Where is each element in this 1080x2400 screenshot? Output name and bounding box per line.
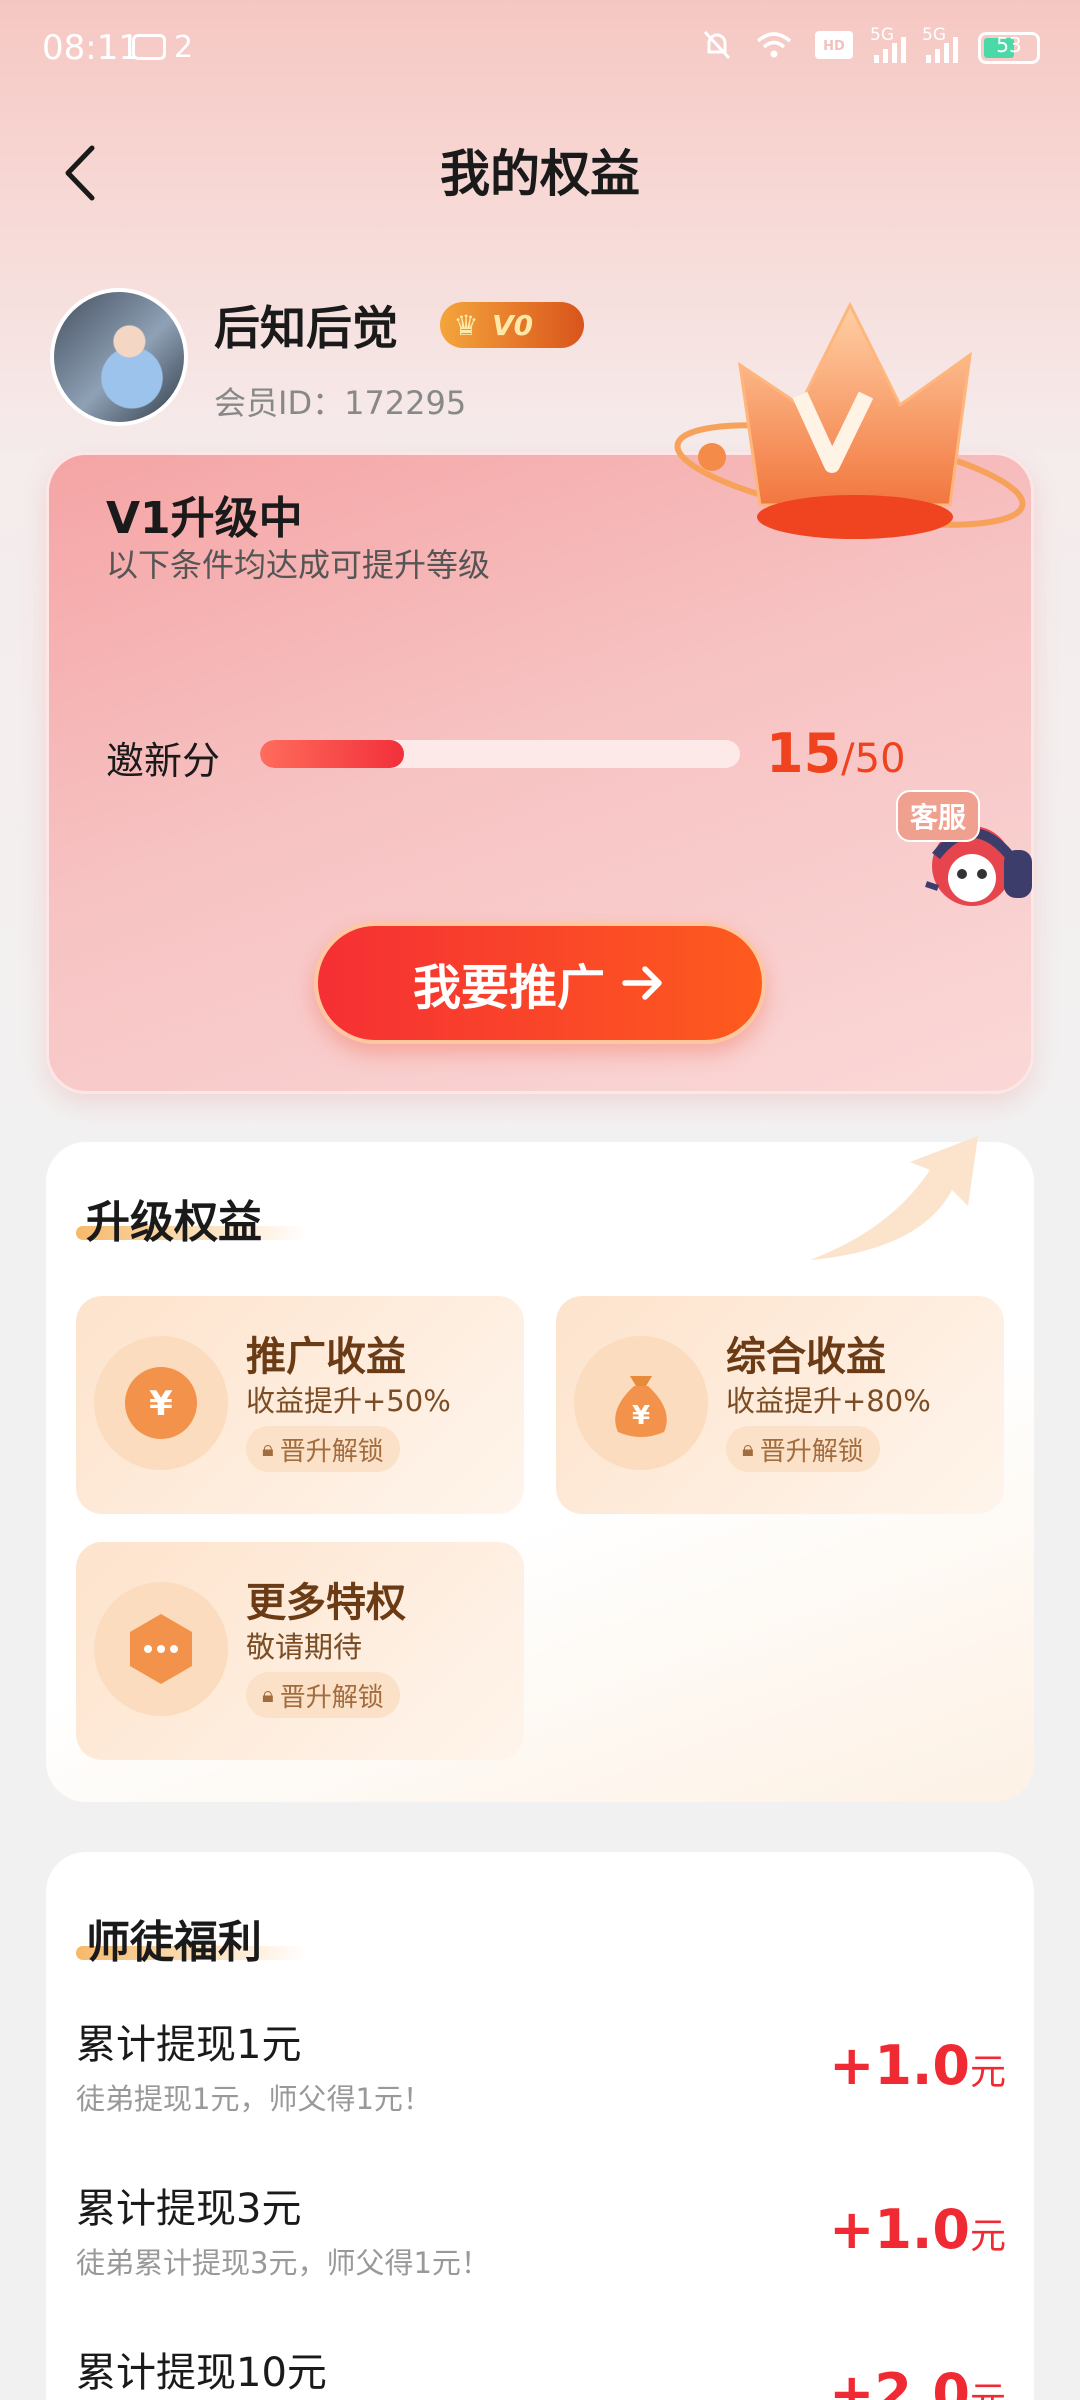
level-subtitle: 以下条件均达成可提升等级 — [106, 546, 491, 584]
hd-icon: HD — [814, 29, 854, 68]
invite-progress-bar — [260, 740, 740, 768]
avatar[interactable] — [50, 288, 188, 426]
unlock-label: 晋升解锁 — [279, 1436, 384, 1467]
unlock-label: 晋升解锁 — [279, 1682, 384, 1713]
benefit-item-comprehensive[interactable]: ¥ 综合收益 收益提升+80% 🔒︎ 晋升解锁 — [556, 1296, 1004, 1514]
invite-progress-value: 15/50 — [766, 722, 906, 785]
level-title: V1升级中 — [106, 493, 303, 544]
lock-icon: 🔒︎ — [262, 1436, 274, 1462]
reward-desc: 徒弟累计提现3元，师父得1元！ — [76, 2246, 490, 2280]
wifi-icon — [754, 29, 794, 68]
reward-row: 累计提现10元 +2.0元 — [76, 2340, 1006, 2400]
battery-level: 53 — [996, 33, 1022, 57]
reward-row: 累计提现3元 徒弟累计提现3元，师父得1元！ +1.0元 — [76, 2176, 1006, 2326]
upgrade-arrow-decoration — [810, 1136, 978, 1260]
invite-current: 15 — [766, 722, 842, 785]
lock-icon: 🔒︎ — [742, 1436, 754, 1462]
benefit-item-more[interactable]: 更多特权 敬请期待 🔒︎ 晋升解锁 — [76, 1542, 524, 1760]
svg-text:¥: ¥ — [149, 1384, 173, 1424]
vip-badge[interactable]: ♛ V0 — [440, 302, 584, 348]
bell-muted-icon — [700, 28, 734, 69]
status-icons: HD 5G 5G 53 — [700, 25, 1040, 70]
username: 后知后觉 — [214, 301, 398, 355]
reward-amount: +1.0元 — [829, 2034, 1006, 2097]
svg-text:¥: ¥ — [632, 1401, 650, 1431]
reward-row: 累计提现1元 徒弟提现1元，师父得1元！ +1.0元 — [76, 2012, 1006, 2162]
promote-button[interactable]: 我要推广 — [314, 922, 766, 1044]
invite-target: /50 — [841, 736, 906, 782]
unlock-label: 晋升解锁 — [759, 1436, 864, 1467]
signal-1-icon: 5G — [870, 25, 906, 63]
arrow-right-icon — [622, 966, 662, 1000]
benefit-desc: 收益提升+80% — [726, 1384, 931, 1418]
status-bar: 08:11 2 HD 5G 5G 53 — [0, 0, 1080, 100]
more-hexagon-icon — [130, 1614, 192, 1684]
vip-level: V0 — [492, 308, 534, 342]
status-time: 08:11 — [42, 28, 140, 68]
notification-count: 2 — [174, 30, 194, 65]
lock-icon: 🔒︎ — [262, 1682, 274, 1708]
member-id: 会员ID：172295 — [214, 384, 467, 422]
benefit-desc: 收益提升+50% — [246, 1384, 451, 1418]
crown-icon: ♛ — [453, 308, 479, 342]
invite-progress-fill — [260, 740, 404, 768]
mentor-title: 师徒福利 — [86, 1917, 262, 1968]
reward-title: 累计提现10元 — [76, 2350, 327, 2396]
money-bag-icon: ¥ — [615, 1376, 667, 1437]
yuan-coin-icon: ¥ — [125, 1367, 197, 1439]
promote-button-label: 我要推广 — [412, 960, 605, 1016]
unlock-badge: 🔒︎ 晋升解锁 — [246, 1672, 400, 1718]
reward-amount: +1.0元 — [829, 2198, 1006, 2261]
unlock-badge: 🔒︎ 晋升解锁 — [726, 1426, 880, 1472]
page-title: 我的权益 — [440, 145, 640, 203]
benefit-desc: 敬请期待 — [246, 1630, 363, 1664]
unlock-badge: 🔒︎ 晋升解锁 — [246, 1426, 400, 1472]
customer-service-label: 客服 — [896, 790, 981, 842]
benefit-item-promotion[interactable]: ¥ 推广收益 收益提升+50% 🔒︎ 晋升解锁 — [76, 1296, 524, 1514]
benefits-title: 升级权益 — [86, 1197, 262, 1248]
invite-score-label: 邀新分 — [106, 739, 221, 783]
battery-icon: 53 — [978, 32, 1040, 64]
svg-text:HD: HD — [823, 39, 845, 54]
benefit-name: 推广收益 — [246, 1334, 406, 1380]
crown-decoration-icon — [674, 301, 1026, 539]
reward-title: 累计提现3元 — [76, 2186, 302, 2232]
reward-desc: 徒弟提现1元，师父得1元！ — [76, 2082, 432, 2116]
benefit-name: 综合收益 — [726, 1334, 886, 1380]
signal-2-icon: 5G — [922, 25, 958, 63]
benefit-name: 更多特权 — [246, 1580, 406, 1626]
reward-amount: +2.0元 — [829, 2362, 1006, 2400]
reward-title: 累计提现1元 — [76, 2022, 302, 2068]
message-icon — [132, 34, 166, 60]
